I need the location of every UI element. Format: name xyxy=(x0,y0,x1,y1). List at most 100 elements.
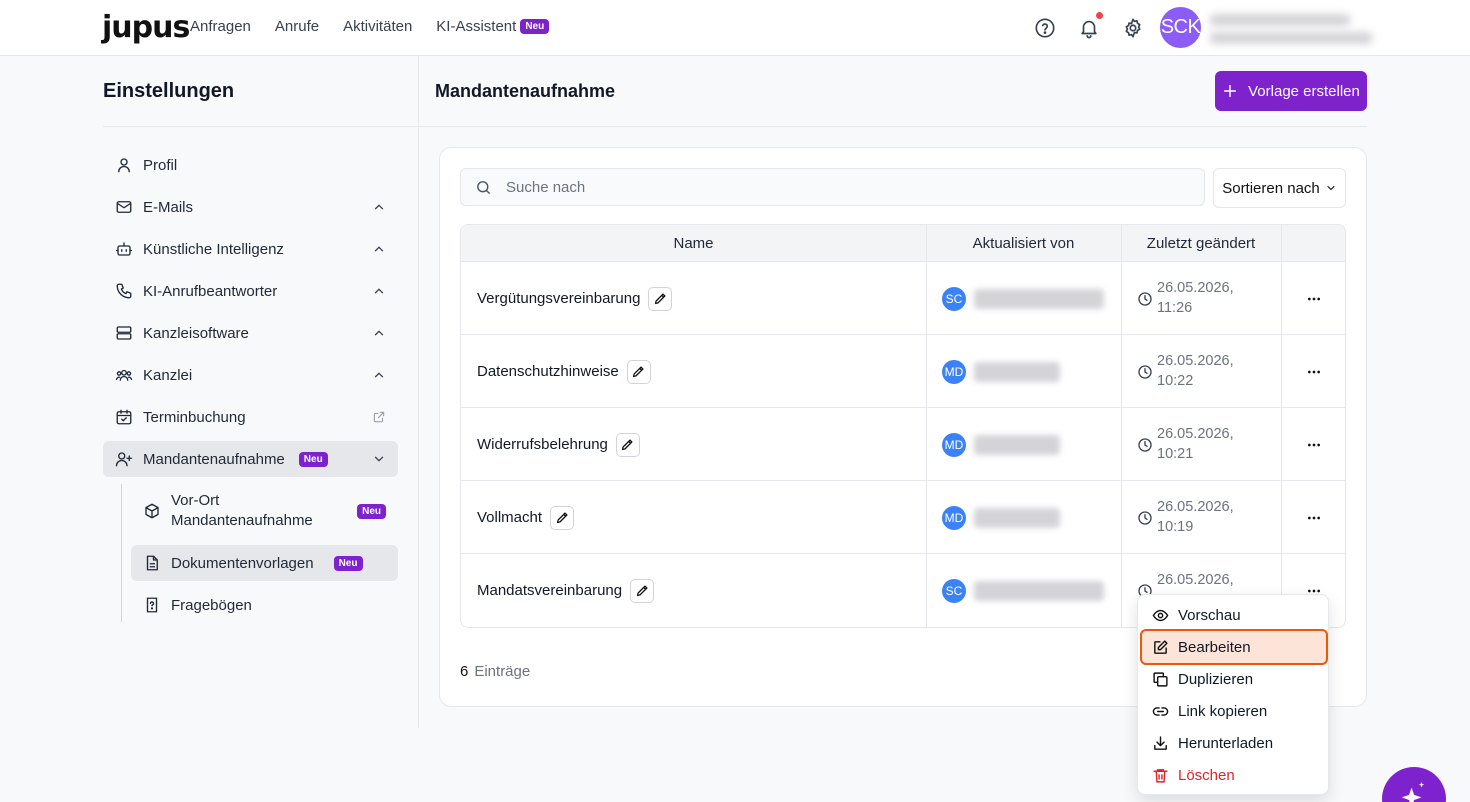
sidebar-item-mandantenaufnahme[interactable]: Mandantenaufnahme Neu xyxy=(103,441,398,477)
table-row[interactable]: Vollmacht MD 26.05.2026, 10:19 xyxy=(461,481,1345,554)
user-avatar[interactable]: SCK xyxy=(1160,7,1201,48)
chevron-down-icon xyxy=(1327,185,1335,191)
table-row[interactable]: Widerrufsbelehrung MD 26.05.2026, 10:21 xyxy=(461,408,1345,481)
sidebar-subitem-dokumentenvorlagen[interactable]: Dokumentenvorlagen Neu xyxy=(131,545,398,581)
modified-date: 26.05.2026, 10:19 xyxy=(1157,497,1234,537)
entry-count: 6 Einträge xyxy=(460,663,530,680)
help-icon[interactable] xyxy=(1034,17,1056,39)
menu-item-duplicate[interactable]: Duplizieren xyxy=(1142,663,1326,695)
nav-ki-assistent[interactable]: KI-Assistent Neu xyxy=(436,18,550,35)
sparkle-icon xyxy=(1401,781,1425,802)
clock-icon xyxy=(1138,365,1152,379)
clock-icon xyxy=(1138,438,1152,452)
create-template-label: Vorlage erstellen xyxy=(1248,82,1360,100)
modified-date-time: 10:22 xyxy=(1157,373,1194,389)
gear-icon[interactable] xyxy=(1122,17,1144,39)
sidebar-item-profil[interactable]: Profil xyxy=(103,147,398,183)
user-name-blurred xyxy=(974,581,1104,601)
menu-item-preview[interactable]: Vorschau xyxy=(1142,599,1326,631)
ai-assistant-fab[interactable] xyxy=(1382,767,1446,802)
nav-anrufe[interactable]: Anrufe xyxy=(275,18,319,35)
more-options-icon[interactable] xyxy=(1306,364,1322,380)
rename-button[interactable] xyxy=(626,359,651,384)
template-name: Widerrufsbelehrung xyxy=(477,436,608,453)
menu-item-label: Vorschau xyxy=(1178,606,1241,624)
search-icon xyxy=(477,180,490,194)
user-initials-badge: MD xyxy=(942,433,966,457)
chevron-up-icon xyxy=(374,372,384,378)
rename-button[interactable] xyxy=(630,578,655,603)
menu-item-label: Bearbeiten xyxy=(1178,638,1251,656)
sidebar-item-kanzleisoftware[interactable]: Kanzleisoftware xyxy=(103,315,398,351)
nav-anfragen[interactable]: Anfragen xyxy=(190,18,251,35)
rename-button[interactable] xyxy=(615,432,640,457)
sidebar-item-emails[interactable]: E-Mails xyxy=(103,189,398,225)
more-options-icon[interactable] xyxy=(1306,510,1322,526)
pencil-icon xyxy=(556,512,568,524)
menu-item-edit[interactable]: Bearbeiten xyxy=(1140,629,1328,665)
column-header-last-modified[interactable]: Zuletzt geändert xyxy=(1121,225,1281,262)
menu-item-delete[interactable]: Löschen xyxy=(1142,759,1326,791)
sort-dropdown[interactable]: Sortieren nach xyxy=(1213,168,1346,208)
template-name: Vollmacht xyxy=(477,509,543,526)
modified-date-time: 11:26 xyxy=(1157,300,1193,316)
column-header-updated-by[interactable]: Aktualisiert von xyxy=(926,225,1121,262)
jupus-logo[interactable]: jupus xyxy=(102,10,190,45)
user-initials-badge: SC xyxy=(942,579,966,603)
modified-date-time: 10:19 xyxy=(1157,519,1194,535)
pencil-icon xyxy=(622,439,633,451)
template-name: Vergütungsvereinbarung xyxy=(477,290,641,307)
new-badge: Neu xyxy=(520,19,550,34)
sidebar-item-terminbuchung[interactable]: Terminbuchung xyxy=(103,399,398,435)
menu-item-copy-link[interactable]: Link kopieren xyxy=(1142,695,1326,727)
new-badge: Neu xyxy=(357,504,386,519)
divider xyxy=(103,126,418,127)
menu-item-download[interactable]: Herunterladen xyxy=(1142,727,1326,759)
column-header-actions xyxy=(1281,225,1345,262)
calendar-icon xyxy=(116,409,132,425)
chevron-up-icon xyxy=(374,246,384,252)
sidebar-subitem-frageboegen[interactable]: Fragebögen xyxy=(131,587,398,623)
nav-ki-assistent-label: KI-Assistent xyxy=(436,18,517,35)
more-options-icon[interactable] xyxy=(1306,291,1322,307)
modified-date-day: 26.05.2026, xyxy=(1157,499,1234,515)
sidebar-item-ki-anrufbeantworter[interactable]: KI-Anrufbeantworter xyxy=(103,273,398,309)
more-options-icon[interactable] xyxy=(1306,437,1322,453)
modified-date-day: 26.05.2026, xyxy=(1157,572,1234,588)
modified-date-day: 26.05.2026, xyxy=(1157,426,1234,442)
download-icon xyxy=(1154,735,1167,750)
search-bar[interactable] xyxy=(460,168,1205,206)
rename-button[interactable] xyxy=(648,286,673,311)
main-nav: Anfragen Anrufe Aktivitäten KI-Assistent… xyxy=(190,18,550,35)
external-link-icon xyxy=(373,411,385,423)
modified-date: 26.05.2026, 10:22 xyxy=(1157,351,1234,391)
copy-icon xyxy=(1153,671,1168,687)
sidebar-item-kuenstliche-intelligenz[interactable]: Künstliche Intelligenz xyxy=(103,231,398,267)
sidebar-subitem-vor-ort-mandantenaufnahme[interactable]: Vor-Ort Mandantenaufnahme Neu xyxy=(131,484,398,538)
sidebar-item-label: E-Mails xyxy=(143,198,194,216)
sidebar-subitem-label-line2: Mandantenaufnahme xyxy=(171,512,313,529)
bell-icon[interactable] xyxy=(1078,17,1100,39)
sidebar-item-kanzlei[interactable]: Kanzlei xyxy=(103,357,398,393)
nav-aktivitaeten[interactable]: Aktivitäten xyxy=(343,18,412,35)
column-header-name[interactable]: Name xyxy=(461,225,926,262)
column-divider xyxy=(1281,225,1282,627)
submenu-guide-line xyxy=(121,484,122,622)
package-icon xyxy=(145,503,159,519)
rename-button[interactable] xyxy=(550,505,575,530)
document-icon xyxy=(146,555,158,571)
create-template-button[interactable]: Vorlage erstellen xyxy=(1215,71,1367,111)
table-row[interactable]: Vergütungsvereinbarung SC 26.05.2026, 11:… xyxy=(461,262,1345,335)
menu-item-label: Duplizieren xyxy=(1178,670,1254,688)
top-bar: jupus Anfragen Anrufe Aktivitäten KI-Ass… xyxy=(0,0,1470,56)
table-row[interactable]: Datenschutzhinweise MD 26.05.2026, 10:22 xyxy=(461,335,1345,408)
entry-count-value: 6 xyxy=(460,663,469,680)
search-input[interactable] xyxy=(506,178,1156,196)
column-divider xyxy=(926,225,927,627)
server-icon xyxy=(116,326,132,340)
modified-date: 26.05.2026, 11:26 xyxy=(1157,278,1234,318)
chevron-up-icon xyxy=(374,288,384,294)
user-name-blurred xyxy=(974,362,1060,382)
modified-date-time: 10:21 xyxy=(1157,446,1194,462)
plus-icon xyxy=(1224,84,1237,98)
